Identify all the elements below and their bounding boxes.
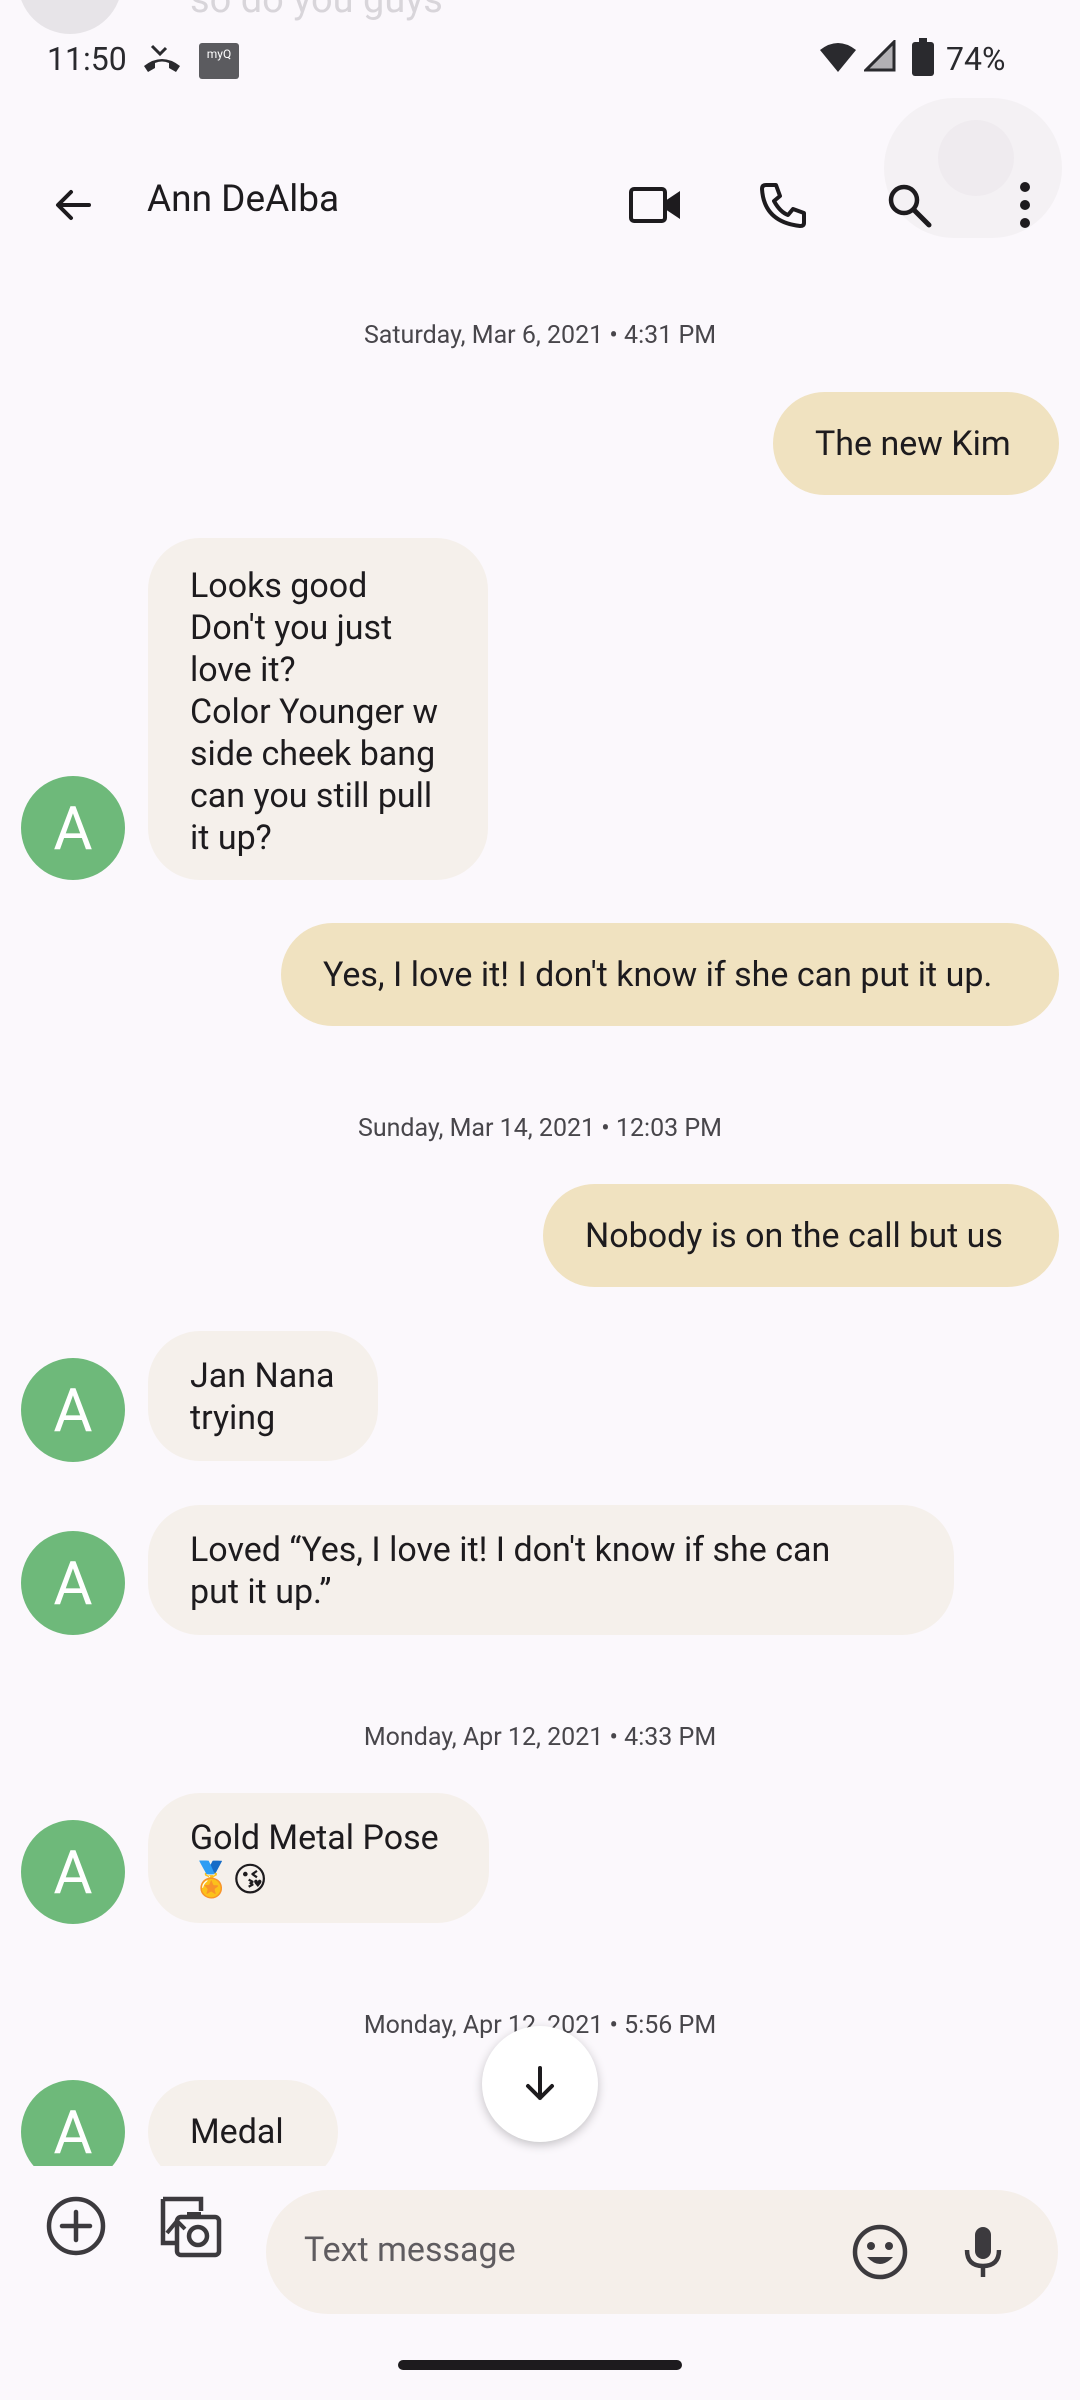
video-camera-icon	[629, 187, 680, 223]
incoming-message[interactable]: Loved “Yes, I love it! I don't know if s…	[148, 1505, 954, 1635]
message-text: Jan Nana trying	[190, 1356, 335, 1438]
message-text: Gold Metal Pose 🏅😘	[190, 1818, 439, 1900]
home-indicator[interactable]	[398, 2360, 682, 2370]
emoji-icon	[852, 2224, 908, 2280]
text-message-placeholder: Text message	[304, 2230, 516, 2270]
incoming-message[interactable]: Gold Metal Pose 🏅😘	[148, 1793, 489, 1923]
contact-name[interactable]: Ann DeAlba	[147, 178, 339, 221]
gallery-camera-button[interactable]	[150, 2186, 230, 2266]
attach-button[interactable]	[36, 2186, 116, 2266]
microphone-icon	[964, 2227, 1002, 2277]
message-text: Looks good Don't you just love it? Color…	[190, 566, 439, 858]
battery-icon	[912, 38, 934, 76]
outgoing-message[interactable]: Yes, I love it! I don't know if she can …	[281, 923, 1059, 1026]
search-button[interactable]	[866, 162, 952, 248]
voice-call-button[interactable]	[740, 162, 826, 248]
ghost-preview-text: so do you guys	[190, 0, 443, 22]
search-icon	[888, 184, 932, 228]
more-options-button[interactable]	[1000, 162, 1050, 248]
avatar[interactable]: A	[21, 776, 125, 880]
avatar[interactable]: A	[21, 2080, 125, 2166]
voice-input-button[interactable]	[948, 2212, 1018, 2292]
incoming-message[interactable]: Medal	[148, 2080, 338, 2166]
date-separator: Saturday, Mar 6, 2021 • 4:31 PM	[363, 321, 717, 350]
battery-percentage: 74%	[946, 40, 1006, 78]
status-bar: so do you guys 11:50 myQ 74%	[0, 0, 1080, 110]
message-text: Loved “Yes, I love it! I don't know if s…	[190, 1530, 831, 1612]
avatar[interactable]: A	[21, 1358, 125, 1462]
date-separator: Monday, Apr 12, 2021 • 4:33 PM	[363, 1723, 717, 1752]
add-circle-icon	[46, 2196, 106, 2256]
message-text: Medal	[190, 2112, 284, 2152]
incoming-message[interactable]: Jan Nana trying	[148, 1331, 378, 1461]
message-text: Nobody is on the call but us	[585, 1215, 1003, 1256]
missed-call-icon	[144, 44, 180, 72]
myq-icon: myQ	[199, 43, 239, 79]
arrow-down-icon	[526, 2066, 554, 2100]
text-message-field[interactable]: Text message	[266, 2190, 1058, 2314]
video-call-button[interactable]	[612, 162, 700, 248]
photo-camera-icon	[160, 2196, 222, 2258]
messages-screen: so do you guys 11:50 myQ 74% Ann DeAlba	[0, 0, 1080, 2400]
ghost-avatar	[18, 0, 122, 34]
avatar[interactable]: A	[21, 1531, 125, 1635]
incoming-message[interactable]: Looks good Don't you just love it? Color…	[148, 538, 488, 880]
conversation-app-bar: Ann DeAlba	[0, 140, 1080, 260]
avatar[interactable]: A	[21, 1820, 125, 1924]
back-button[interactable]	[30, 162, 116, 248]
emoji-button[interactable]	[840, 2212, 920, 2292]
scroll-to-bottom-button[interactable]	[482, 2026, 598, 2142]
message-text: Yes, I love it! I don't know if she can …	[323, 954, 993, 995]
arrow-back-icon	[56, 190, 91, 220]
outgoing-message[interactable]: The new Kim	[773, 392, 1059, 495]
wifi-icon	[820, 43, 856, 72]
message-text: The new Kim	[815, 423, 1011, 464]
status-time: 11:50	[47, 40, 127, 78]
signal-icon	[864, 40, 896, 72]
outgoing-message[interactable]: Nobody is on the call but us	[543, 1184, 1059, 1287]
more-vert-icon	[1020, 182, 1030, 228]
phone-icon	[760, 183, 806, 228]
date-separator: Sunday, Mar 14, 2021 • 12:03 PM	[357, 1114, 722, 1143]
